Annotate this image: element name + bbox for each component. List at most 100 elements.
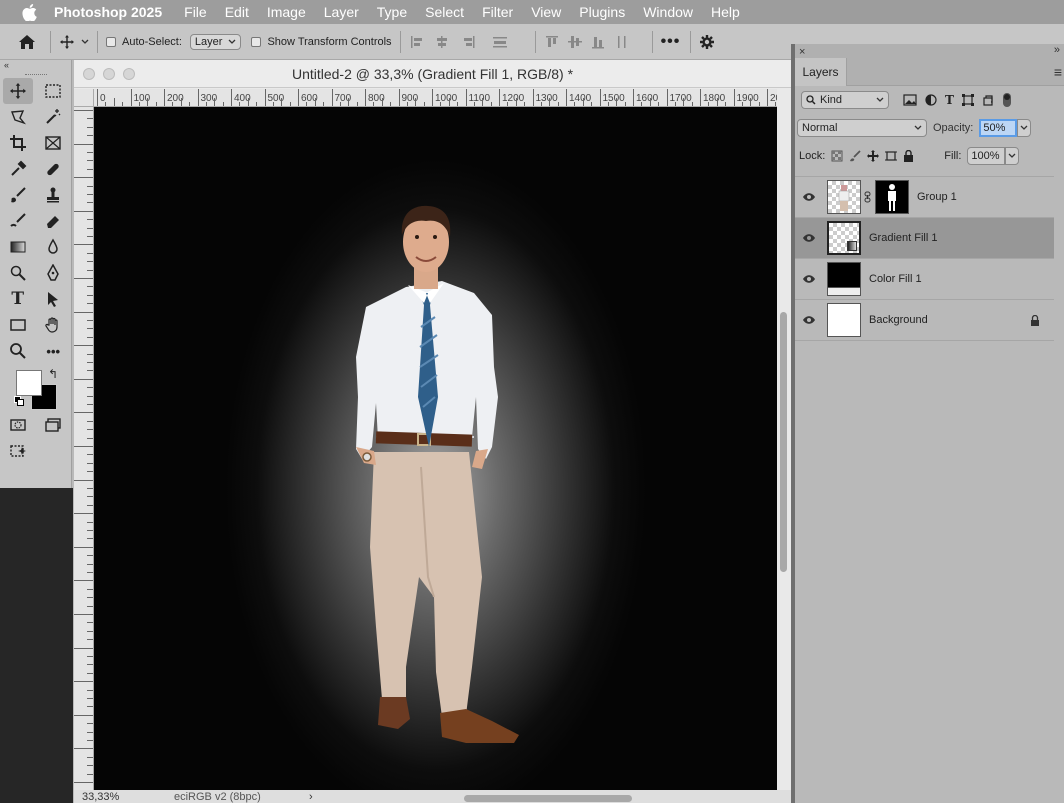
layers-tab[interactable]: Layers xyxy=(795,58,847,86)
dodge-tool-icon[interactable] xyxy=(0,260,36,286)
lock-artboard-icon[interactable] xyxy=(885,150,898,162)
gradient-tool-icon[interactable] xyxy=(0,234,36,260)
close-panel-icon[interactable]: × xyxy=(799,46,805,58)
home-icon[interactable] xyxy=(18,34,36,50)
align-buttons-icon[interactable] xyxy=(409,34,527,50)
zoom-tool-icon[interactable] xyxy=(0,338,36,364)
more-tools-icon[interactable]: ••• xyxy=(36,338,72,364)
history-brush-icon[interactable] xyxy=(0,208,36,234)
lasso-tool-icon[interactable] xyxy=(0,104,36,130)
opacity-dropdown-button[interactable] xyxy=(1017,119,1032,137)
canvas[interactable] xyxy=(94,107,777,790)
vertical-scrollbar-thumb[interactable] xyxy=(780,312,787,572)
layer-row-background[interactable]: Background xyxy=(795,300,1054,341)
fill-dropdown-button[interactable] xyxy=(1005,147,1020,165)
visibility-eye-icon[interactable] xyxy=(795,315,823,325)
magic-wand-icon[interactable] xyxy=(36,104,72,130)
move-tool-icon[interactable] xyxy=(59,34,89,50)
pen-tool-icon[interactable] xyxy=(36,260,72,286)
default-colors-icon[interactable] xyxy=(14,396,24,406)
stamp-tool-icon[interactable] xyxy=(36,182,72,208)
crop-tool-icon[interactable] xyxy=(0,130,36,156)
blend-mode-dropdown[interactable]: Normal xyxy=(797,119,927,137)
layer-mask-thumbnail[interactable] xyxy=(875,180,909,214)
layer-name[interactable]: Background xyxy=(869,314,928,326)
foreground-color-swatch[interactable] xyxy=(16,370,42,396)
chevron-down-icon xyxy=(914,125,922,130)
rectangle-tool-icon[interactable] xyxy=(0,312,36,338)
auto-select-checkbox[interactable] xyxy=(106,36,116,47)
eraser-tool-icon[interactable] xyxy=(36,208,72,234)
blur-tool-icon[interactable] xyxy=(36,234,72,260)
zoom-level[interactable]: 33,33% xyxy=(74,791,174,803)
menu-edit[interactable]: Edit xyxy=(225,4,249,20)
eyedropper-icon[interactable] xyxy=(0,156,36,182)
distribute-buttons-icon[interactable] xyxy=(544,34,644,50)
lock-pixels-icon[interactable] xyxy=(849,150,861,162)
layer-name[interactable]: Color Fill 1 xyxy=(869,273,922,285)
minimize-window-button[interactable] xyxy=(103,68,115,80)
layer-row-color-fill-1[interactable]: Color Fill 1 xyxy=(795,259,1054,300)
visibility-eye-icon[interactable] xyxy=(795,274,823,284)
menu-layer[interactable]: Layer xyxy=(324,4,359,20)
path-selection-icon[interactable] xyxy=(36,286,72,312)
layer-name[interactable]: Gradient Fill 1 xyxy=(869,232,937,244)
swap-colors-icon[interactable]: ↰ xyxy=(48,367,58,381)
transform-controls-checkbox[interactable] xyxy=(251,36,262,47)
smart-object-filter-icon[interactable] xyxy=(982,94,994,106)
layer-row-group-1[interactable]: Group 1 xyxy=(795,177,1054,218)
zoom-window-button[interactable] xyxy=(123,68,135,80)
status-menu-arrow[interactable]: › xyxy=(309,791,313,803)
move-tool-icon[interactable] xyxy=(3,78,33,104)
fill-input[interactable]: 100% xyxy=(967,147,1006,165)
gear-icon[interactable] xyxy=(699,34,715,50)
menu-help[interactable]: Help xyxy=(711,4,740,20)
horizontal-ruler[interactable]: 0 100 200 300 400 500 600 700 800 900 1000 1100 1200… xyxy=(94,89,777,107)
menu-plugins[interactable]: Plugins xyxy=(579,4,625,20)
filter-toggle-icon[interactable] xyxy=(1002,92,1012,108)
brush-tool-icon[interactable] xyxy=(0,182,36,208)
auto-select-dropdown[interactable]: Layer xyxy=(189,33,242,50)
lock-all-icon[interactable] xyxy=(903,150,914,162)
type-tool-icon[interactable]: T xyxy=(0,286,36,312)
menu-image[interactable]: Image xyxy=(267,4,306,20)
pixel-filter-icon[interactable] xyxy=(903,94,917,106)
layer-name[interactable]: Group 1 xyxy=(917,191,957,203)
adjustment-filter-icon[interactable] xyxy=(925,94,937,106)
menu-filter[interactable]: Filter xyxy=(482,4,513,20)
generative-edit-icon[interactable] xyxy=(0,438,36,464)
vertical-scrollbar[interactable] xyxy=(777,107,791,790)
menu-type[interactable]: Type xyxy=(377,4,407,20)
quick-mask-icon[interactable] xyxy=(0,412,36,438)
type-filter-icon[interactable]: T xyxy=(945,93,954,107)
kind-filter-dropdown[interactable]: Kind xyxy=(801,91,889,109)
frame-tool-icon[interactable] xyxy=(36,130,72,156)
visibility-eye-icon[interactable] xyxy=(795,192,823,202)
vertical-ruler[interactable] xyxy=(74,107,94,790)
screen-mode-icon[interactable] xyxy=(36,412,72,438)
close-window-button[interactable] xyxy=(83,68,95,80)
horizontal-scrollbar-thumb[interactable] xyxy=(464,795,632,802)
more-options-icon[interactable]: ••• xyxy=(661,33,681,51)
lock-icon[interactable] xyxy=(1030,314,1040,326)
healing-brush-icon[interactable] xyxy=(36,156,72,182)
opacity-input[interactable]: 50% xyxy=(979,119,1018,137)
layer-row-gradient-fill-1[interactable]: Gradient Fill 1 xyxy=(795,218,1054,259)
collapse-panel-icon[interactable]: » xyxy=(1054,44,1060,56)
menu-file[interactable]: File xyxy=(184,4,207,20)
mask-link-icon[interactable] xyxy=(861,191,873,203)
menu-select[interactable]: Select xyxy=(425,4,464,20)
ruler-origin[interactable] xyxy=(74,89,94,107)
lock-transparent-icon[interactable] xyxy=(831,150,843,162)
visibility-eye-icon[interactable] xyxy=(795,233,823,243)
apple-icon[interactable] xyxy=(18,3,40,21)
lock-position-icon[interactable] xyxy=(867,150,880,162)
shape-filter-icon[interactable] xyxy=(961,94,974,106)
hand-tool-icon[interactable] xyxy=(36,312,72,338)
app-name-menu[interactable]: Photoshop 2025 xyxy=(54,4,162,20)
panel-menu-icon[interactable]: ≡ xyxy=(1054,64,1062,80)
menu-window[interactable]: Window xyxy=(643,4,693,20)
collapse-tools-icon[interactable]: « xyxy=(0,60,71,72)
marquee-tool-icon[interactable] xyxy=(36,78,71,104)
menu-view[interactable]: View xyxy=(531,4,561,20)
